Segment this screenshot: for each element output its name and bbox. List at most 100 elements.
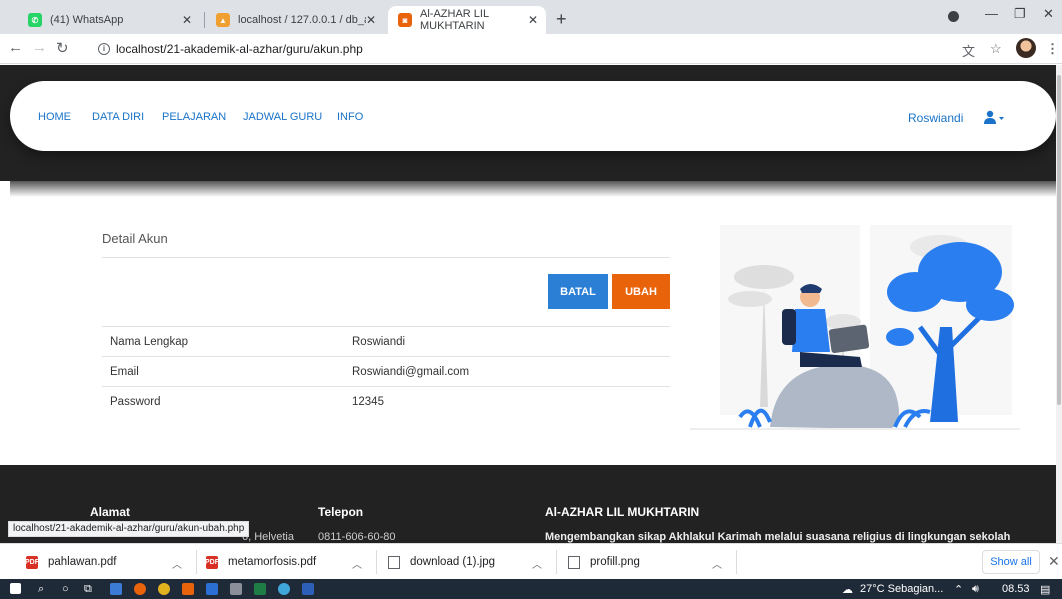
- download-divider: [736, 550, 737, 574]
- whatsapp-icon: ✆: [28, 13, 42, 27]
- nav-pelajaran[interactable]: PELAJARAN: [162, 111, 226, 123]
- close-icon[interactable]: ✕: [1048, 553, 1060, 570]
- tab-label: localhost / 127.0.0.1 / db_akadem: [238, 14, 366, 26]
- link-status-tooltip: localhost/21-akademik-al-azhar/guru/akun…: [8, 521, 250, 537]
- close-icon[interactable]: ✕: [366, 13, 376, 27]
- download-divider: [376, 550, 377, 574]
- main-navbar: HOME DATA DIRI PELAJARAN JADWAL GURU INF…: [10, 81, 1056, 151]
- search-icon[interactable]: ⌕: [38, 583, 44, 596]
- row-value: Roswiandi: [332, 326, 670, 357]
- image-file-icon: [388, 555, 400, 569]
- reload-icon[interactable]: ↻: [56, 39, 69, 57]
- tab-label: (41) WhatsApp: [50, 14, 124, 26]
- close-icon[interactable]: ✕: [528, 13, 538, 27]
- tab-whatsapp[interactable]: ✆ (41) WhatsApp ✕: [18, 6, 200, 34]
- batal-button[interactable]: BATAL: [548, 274, 608, 309]
- vscode-icon[interactable]: [206, 583, 218, 595]
- pdf-file-icon: PDF: [25, 555, 39, 569]
- address-bar[interactable]: i localhost/21-akademik-al-azhar/guru/ak…: [98, 39, 938, 59]
- download-filename: download (1).jpg: [410, 556, 496, 568]
- download-divider: [556, 550, 557, 574]
- show-all-button[interactable]: Show all: [982, 550, 1040, 574]
- clock-text[interactable]: 08.53: [1002, 583, 1030, 595]
- footer-phone-text: 0811-606-60-80: [318, 531, 396, 543]
- browser-toolbar: ← → ↻ i localhost/21-akademik-al-azhar/g…: [0, 34, 1062, 64]
- footer-heading-alamat: Alamat: [90, 505, 131, 519]
- weather-text[interactable]: 27°C Sebagian...: [860, 583, 943, 595]
- download-filename: metamorfosis.pdf: [228, 556, 317, 568]
- page-scrollbar[interactable]: [1056, 65, 1062, 543]
- tray-expand-icon[interactable]: ⌃: [954, 583, 963, 596]
- row-label: Password: [102, 386, 332, 417]
- weather-icon[interactable]: ☁: [842, 583, 853, 596]
- site-favicon-icon: ◙: [398, 13, 412, 27]
- chevron-up-icon[interactable]: ︿: [352, 556, 362, 571]
- firefox-icon[interactable]: [134, 583, 146, 595]
- row-value: Roswiandi@gmail.com: [332, 356, 670, 387]
- nav-data-diri[interactable]: DATA DIRI: [92, 111, 144, 123]
- tab-phpmyadmin[interactable]: ▲ localhost / 127.0.0.1 / db_akadem ✕: [206, 6, 384, 34]
- download-filename: pahlawan.pdf: [48, 556, 117, 568]
- tab-divider: [204, 12, 205, 28]
- profile-avatar[interactable]: [1016, 38, 1036, 58]
- file-explorer-icon[interactable]: [110, 583, 122, 595]
- cortana-icon[interactable]: ○: [62, 583, 69, 595]
- menu-dots-icon[interactable]: ⋮: [1046, 41, 1059, 57]
- site-app-icon[interactable]: [182, 583, 194, 595]
- download-item[interactable]: profill.png: [568, 544, 640, 580]
- url-text: localhost/21-akademik-al-azhar/guru/akun…: [116, 42, 363, 56]
- window-close-icon[interactable]: ✕: [1043, 6, 1054, 22]
- chevron-up-icon[interactable]: ︿: [532, 556, 542, 571]
- footer-heading-school: Al-AZHAR LIL MUKHTARIN: [545, 505, 700, 519]
- download-item[interactable]: PDF metamorfosis.pdf: [205, 544, 317, 580]
- site-info-icon[interactable]: i: [98, 43, 110, 55]
- scrollbar-thumb[interactable]: [1057, 75, 1061, 405]
- new-tab-icon[interactable]: +: [556, 9, 567, 30]
- ubah-button[interactable]: UBAH: [612, 274, 670, 309]
- account-detail-table: Nama Lengkap Roswiandi Email Roswiandi@g…: [102, 326, 670, 417]
- tab-alazhar[interactable]: ◙ Al-AZHAR LIL MUKHTARIN ✕: [388, 6, 546, 34]
- downloads-bar: PDF pahlawan.pdf ︿ PDF metamorfosis.pdf …: [0, 543, 1062, 579]
- header-shadow: [10, 181, 1056, 197]
- row-label: Email: [102, 356, 332, 387]
- edge-icon[interactable]: [278, 583, 290, 595]
- translate-icon[interactable]: 文: [962, 41, 975, 60]
- windows-start-icon[interactable]: [10, 583, 21, 594]
- image-file-icon: [568, 555, 580, 569]
- chevron-up-icon[interactable]: ︿: [712, 556, 722, 571]
- table-row: Password 12345: [102, 386, 670, 417]
- tab-label: Al-AZHAR LIL MUKHTARIN: [420, 8, 489, 32]
- browser-tabstrip: ✆ (41) WhatsApp ✕ ▲ localhost / 127.0.0.…: [0, 0, 1062, 34]
- divider: [102, 257, 670, 258]
- nav-jadwal-guru[interactable]: JADWAL GURU: [243, 111, 322, 123]
- task-view-icon[interactable]: ⧉: [84, 583, 92, 596]
- page-viewport: HOME DATA DIRI PELAJARAN JADWAL GURU INF…: [0, 65, 1056, 543]
- volume-icon[interactable]: 🔊︎: [972, 583, 979, 596]
- download-item[interactable]: PDF pahlawan.pdf: [25, 544, 117, 580]
- close-icon[interactable]: ✕: [182, 13, 192, 27]
- minimize-icon[interactable]: —: [985, 6, 998, 21]
- excel-icon[interactable]: [254, 583, 266, 595]
- nav-username[interactable]: Roswiandi: [908, 111, 963, 125]
- table-row: Nama Lengkap Roswiandi: [102, 326, 670, 357]
- nav-info[interactable]: INFO: [337, 111, 363, 123]
- download-divider: [196, 550, 197, 574]
- word-icon[interactable]: [302, 583, 314, 595]
- restore-icon[interactable]: ❐: [1014, 6, 1026, 22]
- footer-address-text: 6, Helvetia: [242, 531, 294, 543]
- phpmyadmin-icon: ▲: [216, 13, 230, 27]
- nav-home[interactable]: HOME: [38, 111, 71, 123]
- notification-icon[interactable]: ▤: [1040, 583, 1050, 596]
- table-row: Email Roswiandi@gmail.com: [102, 356, 670, 387]
- chrome-icon[interactable]: [158, 583, 170, 595]
- page-title: Detail Akun: [102, 231, 168, 246]
- bookmark-star-icon[interactable]: ☆: [990, 41, 1002, 57]
- forward-icon[interactable]: →: [32, 39, 47, 56]
- download-item[interactable]: download (1).jpg: [388, 544, 495, 580]
- calculator-icon[interactable]: [230, 583, 242, 595]
- windows-taskbar: ⌕ ○ ⧉ ☁ 27°C Sebagian... ⌃ 🔊︎ 08.53 ▤: [0, 579, 1062, 599]
- chevron-up-icon[interactable]: ︿: [172, 556, 182, 571]
- user-dropdown-icon[interactable]: [984, 110, 1006, 124]
- row-label: Nama Lengkap: [102, 326, 332, 357]
- back-icon[interactable]: ←: [8, 39, 23, 56]
